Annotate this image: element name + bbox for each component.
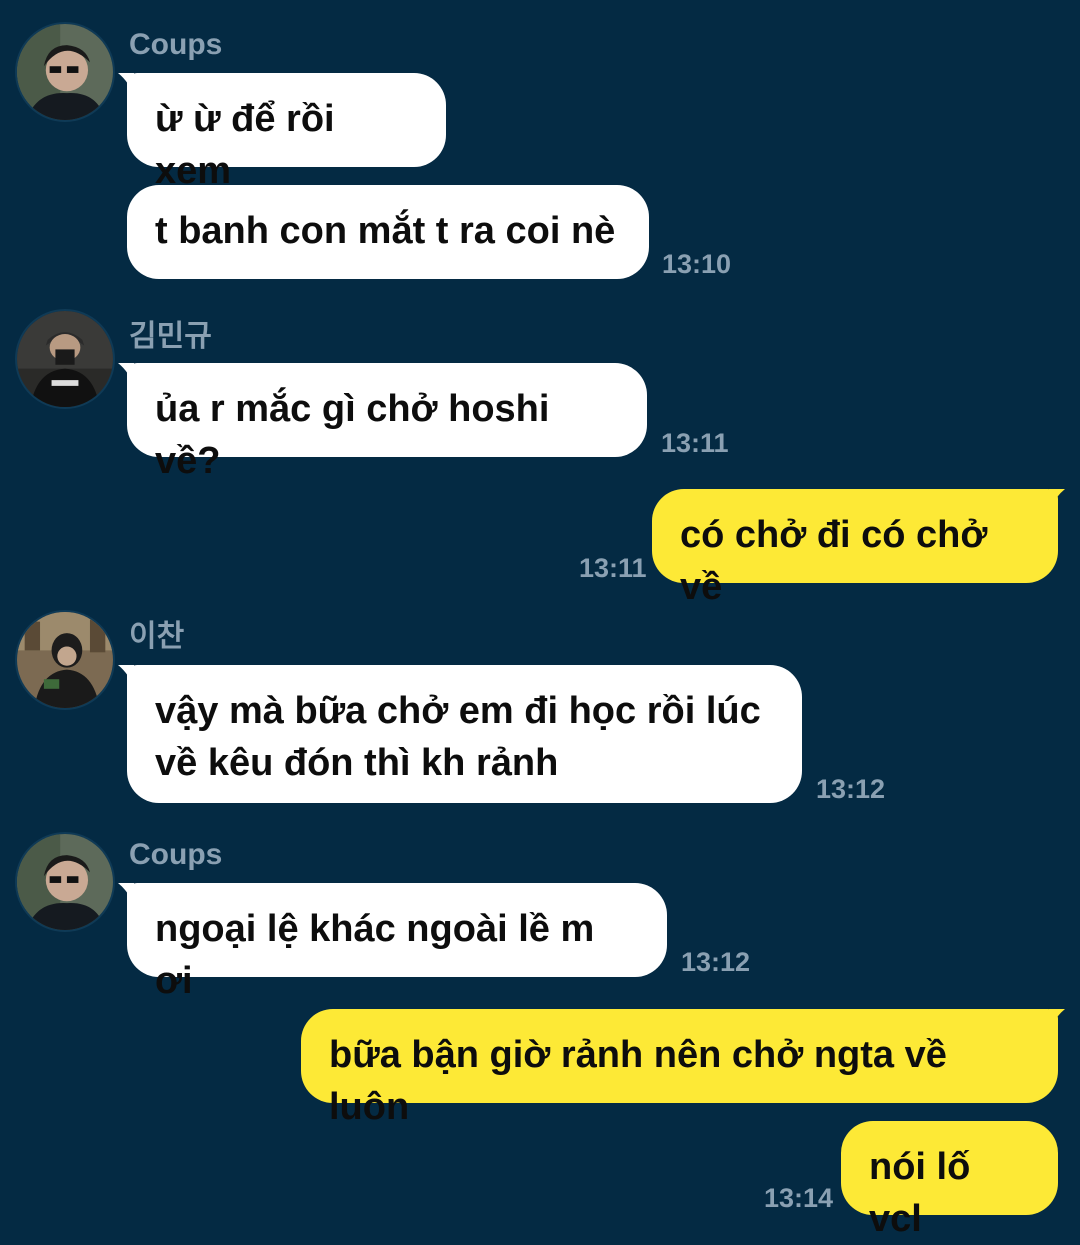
sender-name: 이찬 <box>129 620 185 653</box>
sender-name: Coups <box>129 28 223 61</box>
message-timestamp: 13:10 <box>662 249 732 279</box>
avatar-coups[interactable] <box>15 832 115 932</box>
message-timestamp: 13:11 <box>661 428 729 458</box>
outgoing-message-bubble[interactable]: bữa bận giờ rảnh nên chở ngta về luôn <box>301 1009 1058 1128</box>
incoming-message-bubble[interactable]: vậy mà bữa chở em đi học rồi lúc về kêu … <box>127 665 802 803</box>
message-text-line: về kêu đón thì kh rảnh <box>155 742 559 784</box>
avatar-lee-chan[interactable] <box>15 610 115 710</box>
avatar-coups[interactable] <box>15 22 115 122</box>
message-timestamp: 13:14 <box>764 1183 834 1213</box>
incoming-message-bubble[interactable]: ừ ừ để rồi xem <box>127 73 446 192</box>
incoming-message-bubble[interactable]: ủa r mắc gì chở hoshi về? <box>127 363 647 482</box>
sender-name: Coups <box>129 838 223 871</box>
message-text-line: vậy mà bữa chở em đi học rồi lúc <box>155 690 761 732</box>
sender-name: 김민규 <box>129 320 212 353</box>
incoming-message-bubble[interactable]: ngoại lệ khác ngoài lề m ơi <box>127 883 667 1002</box>
outgoing-message-bubble[interactable]: nói lố vcl <box>841 1121 1058 1240</box>
outgoing-message-bubble[interactable]: có chở đi có chở về <box>652 489 1058 608</box>
message-timestamp: 13:11 <box>579 553 647 583</box>
message-timestamp: 13:12 <box>816 774 886 804</box>
incoming-message-bubble[interactable]: t banh con mắt t ra coi nè <box>127 185 649 279</box>
avatar-kim-mingyu[interactable] <box>15 309 115 409</box>
message-timestamp: 13:12 <box>681 947 751 977</box>
